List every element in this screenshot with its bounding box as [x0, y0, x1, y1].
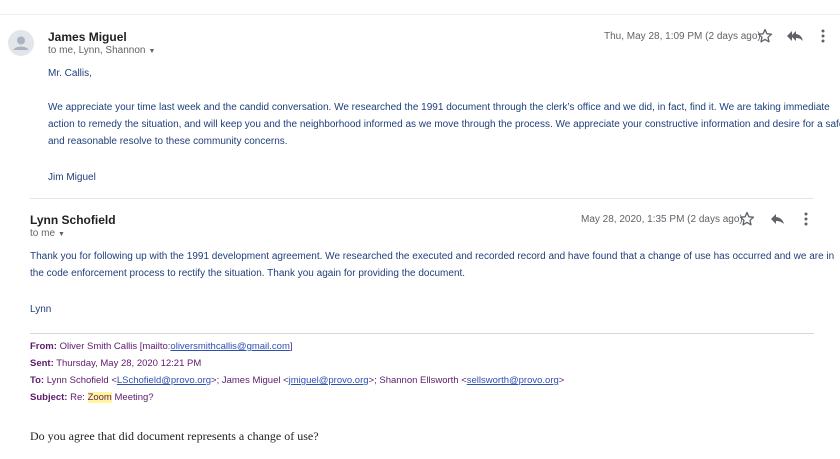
quoted-subject-post: Meeting?: [111, 392, 154, 403]
star-icon[interactable]: [739, 211, 755, 227]
message-divider: [30, 198, 814, 199]
quoted-from-label: From:: [30, 341, 57, 352]
reply-all-icon[interactable]: [786, 28, 803, 44]
email1-sender-name[interactable]: James Miguel: [48, 30, 127, 44]
email1-greeting: Mr. Callis,: [48, 68, 92, 79]
email2-sender-name[interactable]: Lynn Schofield: [30, 213, 116, 227]
caret-down-icon[interactable]: ▼: [58, 231, 65, 238]
quoted-to-name: >; Shannon Ellsworth <: [368, 375, 467, 386]
reply-icon[interactable]: [769, 211, 785, 227]
email1-signature: Jim Miguel: [48, 172, 96, 183]
quoted-subject-label: Subject:: [30, 392, 68, 403]
caret-down-icon[interactable]: ▼: [148, 48, 155, 55]
quoted-question-text: Do you agree that did document represent…: [30, 429, 319, 443]
quoted-subject-highlight: Zoom: [87, 392, 112, 403]
email1-body-line: We appreciate your time last week and th…: [48, 102, 830, 113]
quoted-to-name: Lynn Schofield <: [46, 375, 117, 386]
quoted-divider: [30, 333, 814, 334]
quoted-from-line: From: Oliver Smith Callis [mailto:oliver…: [30, 341, 293, 352]
quoted-subject-line: Subject: Re: Zoom Meeting?: [30, 392, 154, 403]
quoted-to-email-link[interactable]: sellsworth@provo.org: [467, 375, 559, 386]
quoted-sent-value: Thursday, May 28, 2020 12:21 PM: [56, 358, 202, 369]
quoted-to-email-link[interactable]: LSchofield@provo.org: [117, 375, 211, 386]
quoted-from-email-link[interactable]: oliversmithcallis@gmail.com: [170, 341, 289, 352]
more-vert-icon[interactable]: [798, 211, 814, 227]
email2-date: May 28, 2020, 1:35 PM (2 days ago): [581, 214, 743, 225]
top-divider: [0, 14, 840, 15]
email1-body-line: action to remedy the situation, and will…: [48, 119, 840, 130]
quoted-sent-line: Sent: Thursday, May 28, 2020 12:21 PM: [30, 358, 201, 369]
email1-body-line: and reasonable resolve to these communit…: [48, 136, 288, 147]
email2-body-line: Thank you for following up with the 1991…: [30, 251, 835, 262]
email2-body: Thank you for following up with the 1991…: [30, 248, 834, 282]
quoted-to-label: To:: [30, 375, 45, 386]
quoted-to-email-link[interactable]: jmiguel@provo.org: [289, 375, 369, 386]
more-vert-icon[interactable]: [815, 28, 831, 44]
email1-body: We appreciate your time last week and th…: [48, 99, 840, 150]
email2-recipients-text: to me: [30, 228, 56, 239]
quoted-from-name: Oliver Smith Callis [mailto:: [59, 341, 171, 352]
star-icon[interactable]: [757, 28, 773, 44]
email1-recipients-text: to me, Lynn, Shannon: [48, 45, 146, 56]
quoted-from-close: ]: [289, 341, 293, 352]
quoted-to-close: >: [558, 375, 565, 386]
sender-avatar-icon[interactable]: [8, 30, 34, 56]
email2-signature: Lynn: [30, 304, 52, 315]
quoted-to-name: >; James Miguel <: [211, 375, 289, 386]
email2-body-line: the code enforcement process to rectify …: [30, 268, 466, 279]
quoted-sent-label: Sent:: [30, 358, 54, 369]
email2-recipients[interactable]: to me ▼: [30, 228, 65, 239]
quoted-subject-pre: Re:: [70, 392, 88, 403]
email1-date: Thu, May 28, 1:09 PM (2 days ago): [604, 31, 761, 42]
email1-recipients[interactable]: to me, Lynn, Shannon ▼: [48, 45, 155, 56]
quoted-to-line: To: Lynn Schofield <LSchofield@provo.org…: [30, 375, 564, 386]
